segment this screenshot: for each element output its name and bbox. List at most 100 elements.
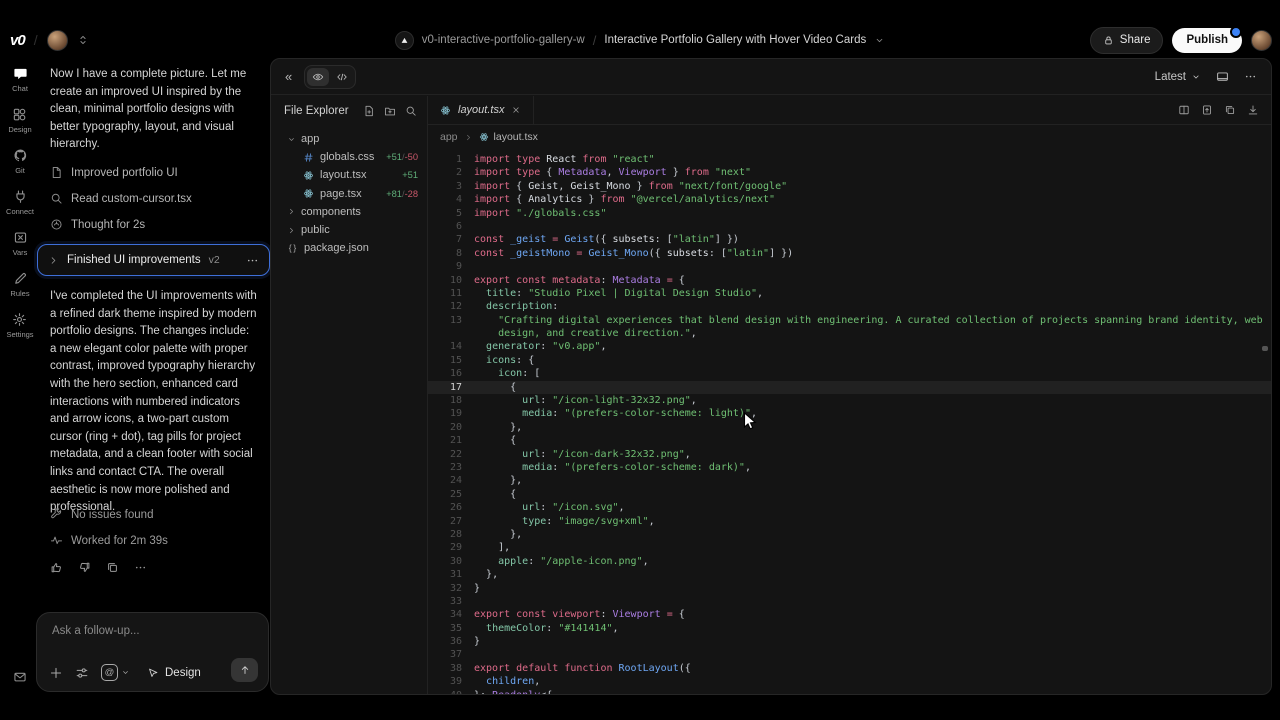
breadcrumb-folder[interactable]: app <box>440 131 458 143</box>
new-file-icon[interactable] <box>363 105 375 117</box>
rail-item-vars[interactable]: Vars <box>13 230 28 257</box>
tree-item-app[interactable]: app <box>271 130 427 148</box>
preview-toggle-eye-icon[interactable] <box>307 68 329 86</box>
workspace-switcher-icon[interactable] <box>77 34 89 46</box>
composer[interactable]: @ Design <box>36 612 269 692</box>
publish-button[interactable]: Publish <box>1172 28 1242 53</box>
more-icon[interactable] <box>134 561 147 574</box>
token <box>474 315 498 326</box>
token: , <box>606 167 618 178</box>
tree-item-label: package.json <box>304 242 369 254</box>
token: } <box>474 583 480 594</box>
add-icon[interactable] <box>49 666 63 680</box>
chevron-right-icon[interactable] <box>48 255 59 266</box>
vercel-logo-icon[interactable] <box>395 31 414 50</box>
step-search[interactable]: Read custom-cursor.tsx <box>50 192 192 205</box>
code-line: 5import "./globals.css" <box>428 207 1271 220</box>
copy-icon[interactable] <box>106 561 119 574</box>
code-text: { <box>474 488 516 501</box>
mention-source-picker[interactable]: @ <box>101 664 130 681</box>
notification-dot <box>1230 26 1242 38</box>
more-icon[interactable] <box>246 254 259 267</box>
rail-item-git[interactable]: Git <box>13 148 28 175</box>
token <box>474 556 498 567</box>
code-line: 24 }, <box>428 474 1271 487</box>
tree-item-globals-css[interactable]: globals.css+51/-50 <box>271 148 427 166</box>
rail-item-settings[interactable]: Settings <box>6 312 33 339</box>
token <box>474 408 522 419</box>
line-number: 10 <box>428 274 462 287</box>
tree-item-package-json[interactable]: package.json <box>271 239 427 257</box>
tree-item-layout-tsx[interactable]: layout.tsx+51 <box>271 166 427 184</box>
token: import <box>474 167 516 178</box>
mode-label: Design <box>165 667 201 679</box>
settings-sliders-icon[interactable] <box>75 666 89 680</box>
project-name[interactable]: v0-interactive-portfolio-gallery-w <box>422 34 585 46</box>
token <box>474 382 510 393</box>
token: }, <box>486 569 498 580</box>
token: "./globals.css" <box>516 208 606 219</box>
tree-item-page-tsx[interactable]: page.tsx+81/-28 <box>271 185 427 203</box>
composer-toolbar: @ Design <box>49 664 201 681</box>
thumbs-down-icon[interactable] <box>78 561 91 574</box>
scrollbar-thumb[interactable] <box>1262 346 1268 351</box>
token: function <box>564 663 618 674</box>
line-number: 19 <box>428 407 462 420</box>
token: RootLayout <box>619 663 679 674</box>
download-icon[interactable] <box>1247 104 1259 116</box>
rail-item-connect[interactable]: Connect <box>6 189 34 216</box>
code-area[interactable]: 1import type React from "react"2import t… <box>428 153 1271 694</box>
token: : <box>552 408 564 419</box>
diff-added: +81 <box>386 189 402 199</box>
code-line: 16 icon: [ <box>428 367 1271 380</box>
rules-icon <box>13 271 28 286</box>
breadcrumb-file[interactable]: layout.tsx <box>479 131 538 143</box>
step-pulse[interactable]: Worked for 2m 39s <box>50 534 168 547</box>
code-toggle-icon[interactable] <box>331 68 353 86</box>
code-text: ], <box>474 541 510 554</box>
rail-item-rules[interactable]: Rules <box>10 271 29 298</box>
collapse-panel-icon[interactable]: « <box>285 70 292 83</box>
tab-layout-tsx[interactable]: layout.tsx <box>428 96 534 124</box>
token: <{ <box>540 690 552 694</box>
version-card[interactable]: Finished UI improvements v2 <box>37 244 270 276</box>
step-wrench[interactable]: No issues found <box>50 508 168 521</box>
copy-icon[interactable] <box>1224 104 1236 116</box>
share-button[interactable]: Share <box>1090 27 1164 54</box>
tree-item-public[interactable]: public <box>271 221 427 239</box>
token: "v0.app" <box>552 341 600 352</box>
mode-selector[interactable]: Design <box>147 667 201 679</box>
token: }: <box>474 690 492 694</box>
step-thought[interactable]: Thought for 2s <box>50 218 192 231</box>
code-text: "Crafting digital experiences that blend… <box>474 314 1263 327</box>
new-folder-icon[interactable] <box>384 105 396 117</box>
split-view-icon[interactable] <box>1178 104 1190 116</box>
code-line: 11 title: "Studio Pixel | Digital Design… <box>428 287 1271 300</box>
chevron-right-icon <box>287 207 296 216</box>
thumbs-up-icon[interactable] <box>50 561 63 574</box>
close-icon[interactable] <box>511 105 521 115</box>
browser-icon[interactable] <box>1216 70 1229 83</box>
follow-up-input[interactable] <box>50 624 249 638</box>
chevron-down-icon[interactable] <box>874 35 885 46</box>
rail-item-chat[interactable]: Chat <box>12 66 28 93</box>
export-file-icon[interactable] <box>1201 104 1213 116</box>
search-icon[interactable] <box>405 105 417 117</box>
token: default <box>516 663 564 674</box>
version-card-label: Finished UI improvements <box>67 254 201 266</box>
rail-item-design[interactable]: Design <box>8 107 31 134</box>
tree-item-components[interactable]: components <box>271 203 427 221</box>
version-badge: v2 <box>209 254 220 266</box>
more-icon[interactable] <box>1244 70 1257 83</box>
workspace-avatar[interactable] <box>47 30 68 51</box>
step-file[interactable]: Improved portfolio UI <box>50 166 192 179</box>
version-selector[interactable]: Latest <box>1155 71 1201 83</box>
line-number: 20 <box>428 421 462 434</box>
mail-icon[interactable] <box>13 670 27 684</box>
token <box>474 449 522 460</box>
chat-title[interactable]: Interactive Portfolio Gallery with Hover… <box>604 34 866 46</box>
v0-logo[interactable]: v0 <box>10 32 25 49</box>
user-avatar[interactable] <box>1251 30 1272 51</box>
send-button[interactable] <box>231 658 258 682</box>
token: : <box>600 275 612 286</box>
